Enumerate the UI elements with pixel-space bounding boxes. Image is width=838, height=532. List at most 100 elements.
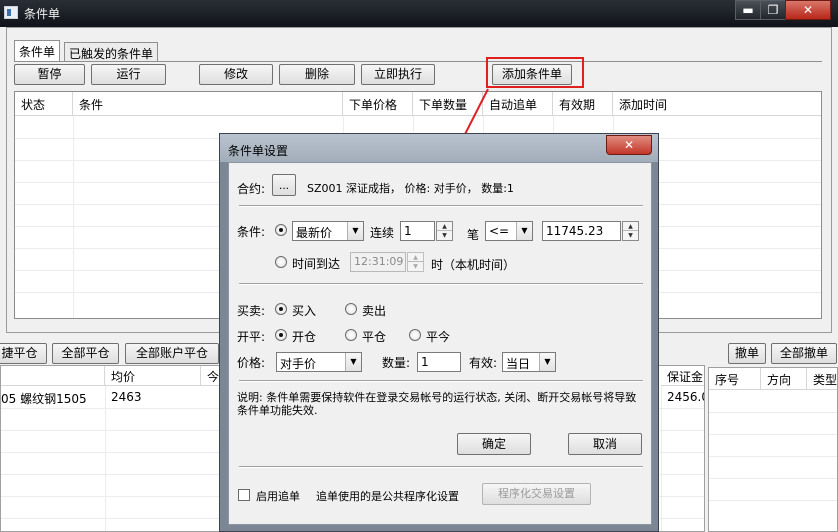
stepper-down-icon[interactable]: ▼: [408, 262, 423, 271]
dialog-body: 合约: ... SZ001 深证成指， 价格: 对手价， 数量:1 条件: 最新…: [228, 162, 652, 525]
title-bar[interactable]: 条件单 ▬ ❐ ✕: [0, 0, 838, 27]
consecutive-count-stepper[interactable]: ▲ ▼: [436, 221, 453, 241]
tab-triggered-orders[interactable]: 已触发的条件单: [64, 42, 159, 62]
validity-select[interactable]: 当日 ▼: [502, 352, 556, 372]
trigger-price-field[interactable]: 11745.23: [542, 221, 621, 241]
column-header-avg-price[interactable]: 均价: [105, 366, 201, 386]
grid-line: [661, 386, 662, 531]
window-title: 条件单: [24, 7, 61, 21]
quantity-label: 数量:: [382, 356, 411, 370]
order-price-label: 价格:: [237, 356, 266, 370]
position-avg-price-cell: 2463: [111, 390, 142, 404]
column-header-margin[interactable]: 保证金: [661, 366, 704, 386]
order-table[interactable]: 序号 方向 类型: [708, 367, 838, 532]
usage-note: 说明: 条件单需要保持软件在登录交易帐号的运行状态, 关闭、断开交易帐号将导致条…: [237, 391, 637, 417]
quick-close-position-button[interactable]: 捷平仓: [0, 343, 47, 364]
section-divider: [239, 283, 643, 285]
column-header-validity[interactable]: 有效期: [553, 92, 613, 116]
modify-button[interactable]: 修改: [199, 64, 273, 85]
stepper-up-icon[interactable]: ▲: [408, 253, 423, 262]
column-header-added-time[interactable]: 添加时间: [613, 92, 821, 116]
column-header-type[interactable]: 类型: [807, 368, 837, 390]
chase-description: 追单使用的是公共程序化设置: [316, 490, 459, 503]
column-header-seq[interactable]: 序号: [709, 368, 761, 390]
trigger-time-stepper[interactable]: ▲ ▼: [407, 252, 424, 272]
operator-select[interactable]: <= ▼: [485, 221, 533, 241]
cancel-all-orders-button[interactable]: 全部撤单: [771, 343, 837, 364]
validity-label: 有效:: [469, 356, 498, 370]
close-today-label: 平今: [426, 330, 451, 344]
quantity-field[interactable]: 1: [417, 352, 461, 372]
stepper-down-icon[interactable]: ▼: [623, 231, 638, 240]
buy-radio[interactable]: [275, 303, 287, 315]
chevron-down-icon[interactable]: ▼: [347, 222, 363, 240]
condition-time-radio[interactable]: [275, 256, 287, 268]
column-header-direction[interactable]: 方向: [761, 368, 807, 390]
open-label: 开仓: [292, 330, 317, 344]
minimize-icon[interactable]: ▬: [735, 0, 761, 20]
tab-condition-orders[interactable]: 条件单: [14, 40, 61, 62]
chevron-down-icon[interactable]: ▼: [345, 353, 361, 371]
pause-button[interactable]: 暂停: [14, 64, 85, 85]
dialog-close-icon[interactable]: ✕: [606, 135, 652, 155]
close-radio[interactable]: [345, 329, 357, 341]
condition-price-radio[interactable]: [275, 224, 287, 236]
grid-line: [709, 434, 837, 435]
cancel-order-button[interactable]: 撤单: [728, 343, 766, 364]
grid-line: [709, 412, 837, 413]
consecutive-label: 连续: [370, 226, 395, 240]
price-type-value: 最新价: [296, 226, 333, 240]
grid-line: [709, 500, 837, 501]
close-today-radio[interactable]: [409, 329, 421, 341]
section-divider: [239, 466, 643, 468]
column-header-order-price[interactable]: 下单价格: [343, 92, 413, 116]
column-header-condition[interactable]: 条件: [73, 92, 343, 116]
offset-label: 开平:: [237, 330, 266, 344]
side-label: 买卖:: [237, 304, 266, 318]
column-header-status[interactable]: 状态: [15, 92, 73, 116]
close-all-positions-button[interactable]: 全部平仓: [52, 343, 119, 364]
operator-value: <=: [489, 224, 510, 238]
tab-divider: [14, 61, 822, 62]
chevron-down-icon[interactable]: ▼: [516, 222, 532, 240]
delete-button[interactable]: 删除: [279, 64, 355, 85]
grid-line: [105, 386, 106, 531]
order-price-type-select[interactable]: 对手价 ▼: [276, 352, 362, 372]
ok-button[interactable]: 确定: [457, 433, 531, 455]
run-button[interactable]: 运行: [91, 64, 166, 85]
contract-summary: SZ001 深证成指， 价格: 对手价， 数量:1: [307, 182, 514, 195]
trigger-time-field[interactable]: 12:31:09: [350, 252, 406, 272]
condition-order-settings-dialog: 条件单设置 ✕ 合约: ... SZ001 深证成指， 价格: 对手价， 数量:…: [219, 133, 659, 532]
stepper-up-icon[interactable]: ▲: [437, 222, 452, 231]
enable-chase-label: 启用追单: [256, 490, 300, 503]
contract-picker-button[interactable]: ...: [272, 174, 296, 196]
validity-value: 当日: [506, 357, 531, 371]
time-arrival-label: 时间到达: [292, 257, 341, 271]
program-trading-settings-button[interactable]: 程序化交易设置: [482, 483, 591, 505]
close-all-accounts-button[interactable]: 全部账户平仓: [125, 343, 219, 364]
maximize-icon[interactable]: ❐: [760, 0, 786, 20]
cancel-button[interactable]: 取消: [568, 433, 642, 455]
consecutive-count-field[interactable]: 1: [400, 221, 435, 241]
close-label: 平仓: [362, 330, 387, 344]
grid-line: [73, 116, 74, 318]
stepper-up-icon[interactable]: ▲: [623, 222, 638, 231]
enable-chase-checkbox[interactable]: [238, 489, 250, 501]
trigger-price-stepper[interactable]: ▲ ▼: [622, 221, 639, 241]
section-divider: [239, 380, 643, 382]
grid-line: [709, 478, 837, 479]
column-header-contract[interactable]: [1, 366, 105, 386]
condition-label: 条件:: [237, 225, 266, 239]
open-radio[interactable]: [275, 329, 287, 341]
contract-label: 合约:: [237, 182, 266, 196]
chevron-down-icon[interactable]: ▼: [539, 353, 555, 371]
sell-label: 卖出: [362, 304, 387, 318]
local-time-label: 时（本机时间）: [431, 258, 516, 272]
ticks-unit-label: 笔: [467, 228, 480, 242]
price-type-select[interactable]: 最新价 ▼: [292, 221, 364, 241]
execute-now-button[interactable]: 立即执行: [361, 64, 435, 85]
stepper-down-icon[interactable]: ▼: [437, 231, 452, 240]
sell-radio[interactable]: [345, 303, 357, 315]
close-icon[interactable]: ✕: [785, 0, 831, 20]
dialog-title-bar[interactable]: 条件单设置 ✕: [220, 134, 658, 162]
